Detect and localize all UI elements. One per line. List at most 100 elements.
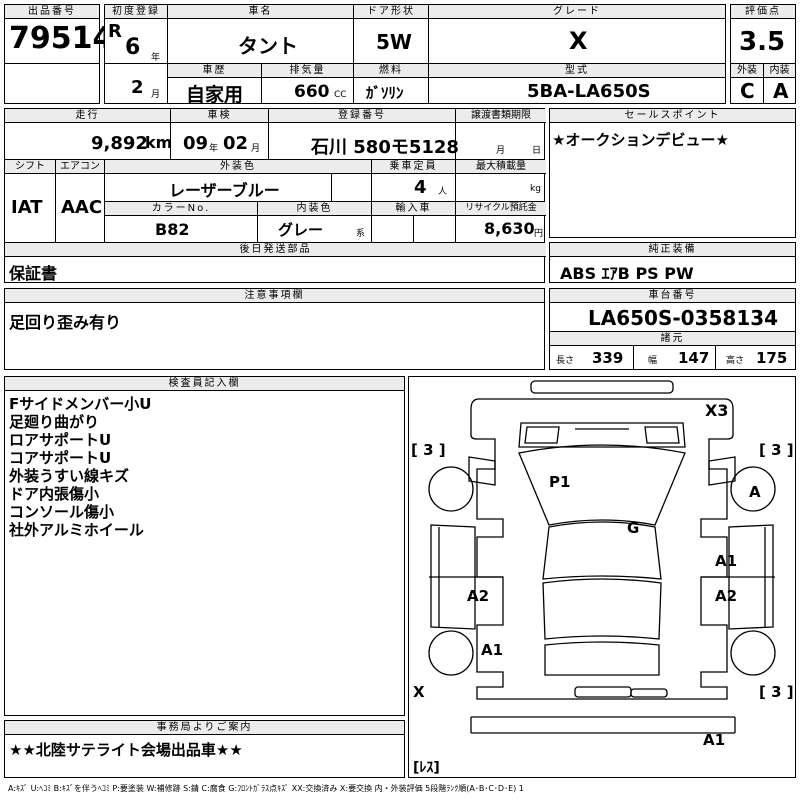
inspection-cell: 車検 09 年 02 月 xyxy=(171,109,268,159)
recycle-cell: リサイクル預託金 8,630 円 xyxy=(456,202,546,242)
spec-label: 諸元 xyxy=(550,332,795,346)
ac-cell: エアコン AAC xyxy=(56,160,104,242)
length: 339 xyxy=(592,349,624,367)
mileage-unit: km xyxy=(145,133,173,152)
later-parts-label: 後日発送部品 xyxy=(5,243,546,257)
import-label: 輸入車 xyxy=(372,202,455,216)
capacity-unit: 人 xyxy=(438,187,448,197)
ext-grade: C xyxy=(740,79,755,103)
history-label: 車歴 xyxy=(168,64,261,78)
chassis-label: 車台番号 xyxy=(550,289,795,303)
notes: 足回り歪み有り xyxy=(9,313,122,332)
displacement-unit: CC xyxy=(334,90,347,100)
fuel-label: 燃料 xyxy=(354,64,428,78)
mark-x3: X3 xyxy=(705,401,729,420)
reg-year: 6 xyxy=(125,35,141,60)
reg-month: 2 xyxy=(131,77,144,98)
score: 3.5 xyxy=(739,27,786,57)
int-color: グレー xyxy=(278,221,324,239)
inspector-line: コアサポートU xyxy=(9,449,112,467)
lot-number: 79514 xyxy=(9,21,114,56)
mark-a1-right: A1 xyxy=(715,552,738,570)
height-label: 高さ xyxy=(726,356,745,366)
int-color-unit: 系 xyxy=(356,229,366,239)
max-load-unit: kg xyxy=(530,184,541,194)
capacity-label: 乗車定員 xyxy=(372,160,455,174)
mark-3-bottom-right: [ 3 ] xyxy=(759,683,794,701)
mileage-label: 走行 xyxy=(5,109,170,123)
transfer-label: 譲渡書類期限 xyxy=(456,109,546,123)
insp-year-unit: 年 xyxy=(209,144,219,154)
plate-cell: 登録番号 石川 580モ5128 xyxy=(269,109,459,159)
mark-g: G xyxy=(627,519,640,537)
equipment-box: 純正装備 ABS ｴｱB PS PW xyxy=(549,242,796,283)
displacement-label: 排気量 xyxy=(262,64,353,78)
era: R xyxy=(108,21,122,42)
int-grade: A xyxy=(773,79,789,103)
inspector-label: 検査員記入欄 xyxy=(5,377,404,391)
capacity-cell: 乗車定員 4 人 xyxy=(372,160,455,201)
insp-month: 02 xyxy=(223,133,249,154)
model: 5BA-LA650S xyxy=(527,81,651,102)
divider xyxy=(715,346,716,369)
mid-block: 走行 9,892 km 車検 09 年 02 月 登録番号 石川 580モ512… xyxy=(4,108,546,283)
shift-label: シフト xyxy=(5,160,55,174)
ext-grade-cell: 外装 C xyxy=(730,63,764,104)
inspector-line: Fサイドメンバー小U xyxy=(9,395,152,413)
car-outline xyxy=(428,380,776,734)
capacity: 4 xyxy=(414,177,427,198)
lot-number-cell: 出品番号 79514 xyxy=(4,4,113,64)
inspector-line: コンソール傷小 xyxy=(9,503,115,521)
ac-label: エアコン xyxy=(56,160,104,174)
door: 5W xyxy=(376,30,412,54)
reg-year-unit: 年 xyxy=(151,53,161,63)
mark-a1-bottom: A1 xyxy=(703,731,726,749)
office-box: 事務局よりご案内 ★★北陸サテライト会場出品車★★ xyxy=(4,720,405,778)
ac: AAC xyxy=(61,197,103,218)
recycle-label: リサイクル預託金 xyxy=(456,202,546,216)
color-no-cell: カラーNo. B82 xyxy=(105,202,257,242)
color-no: B82 xyxy=(155,220,190,239)
model-cell: 型式 5BA-LA650S xyxy=(428,63,726,104)
mark-a-wheel: A xyxy=(749,483,761,501)
mark-p1: P1 xyxy=(549,473,571,491)
name-label: 車名 xyxy=(168,5,353,19)
inspector-line: 足廻り曲がり xyxy=(9,413,100,431)
max-load-label: 最大積載量 xyxy=(456,160,546,174)
notes-box: 注意事項欄 足回り歪み有り xyxy=(4,288,545,370)
sales-point-box: セールスポイント ★オークションデビュー★ xyxy=(549,108,796,238)
int-grade-cell: 内装 A xyxy=(763,63,796,104)
mark-a2-right: A2 xyxy=(715,587,738,605)
displacement: 660 xyxy=(294,82,330,102)
inspector-line: ロアサポートU xyxy=(9,431,112,449)
length-label: 長さ xyxy=(556,356,575,366)
mark-rest: [ﾚｽ] xyxy=(413,760,440,776)
inspector-lines: Fサイドメンバー小U 足廻り曲がり ロアサポートU コアサポートU 外装うすい線… xyxy=(9,395,151,539)
sales-point-label: セールスポイント xyxy=(550,109,795,123)
ext-color-cell: 外装色 レーザーブルー xyxy=(105,160,371,201)
mark-a1-left: A1 xyxy=(481,641,504,659)
legend-line: A:ｷｽﾞ U:ﾍｺﾐ B:ｷｽﾞを伴うﾍｺﾐ P:要塗装 W:補修跡 S:錆 … xyxy=(8,784,524,793)
notes-label: 注意事項欄 xyxy=(5,289,544,303)
import-cell: 輸入車 xyxy=(372,202,455,242)
grade-cell: グレード X xyxy=(428,4,726,64)
fuel: ｶﾞｿﾘﾝ xyxy=(366,84,404,102)
score-cell: 評価点 3.5 xyxy=(730,4,796,64)
divider xyxy=(331,174,332,201)
sales-point: ★オークションデビュー★ xyxy=(552,131,729,149)
mark-3-top-left: [ 3 ] xyxy=(411,441,446,459)
int-grade-label: 内装 xyxy=(764,64,795,78)
mark-3-top-right: [ 3 ] xyxy=(759,441,794,459)
grade-label: グレード xyxy=(429,5,725,19)
plate: 石川 580モ5128 xyxy=(311,137,459,158)
car-diagram: X3 [ 3 ] [ 3 ] P1 A G A1 A2 A2 A1 X [ 3 … xyxy=(408,376,796,778)
later-parts: 保証書 xyxy=(9,264,58,283)
shift-cell: シフト IAT xyxy=(5,160,55,242)
plate-label: 登録番号 xyxy=(269,109,455,123)
fuel-cell: 燃料 ｶﾞｿﾘﾝ xyxy=(353,63,429,104)
lot-blank-cell xyxy=(4,63,100,104)
shift: IAT xyxy=(11,197,43,218)
transfer-day-unit: 日 xyxy=(532,146,542,156)
office-note: ★★北陸サテライト会場出品車★★ xyxy=(9,741,243,759)
car-name: タント xyxy=(238,34,298,58)
